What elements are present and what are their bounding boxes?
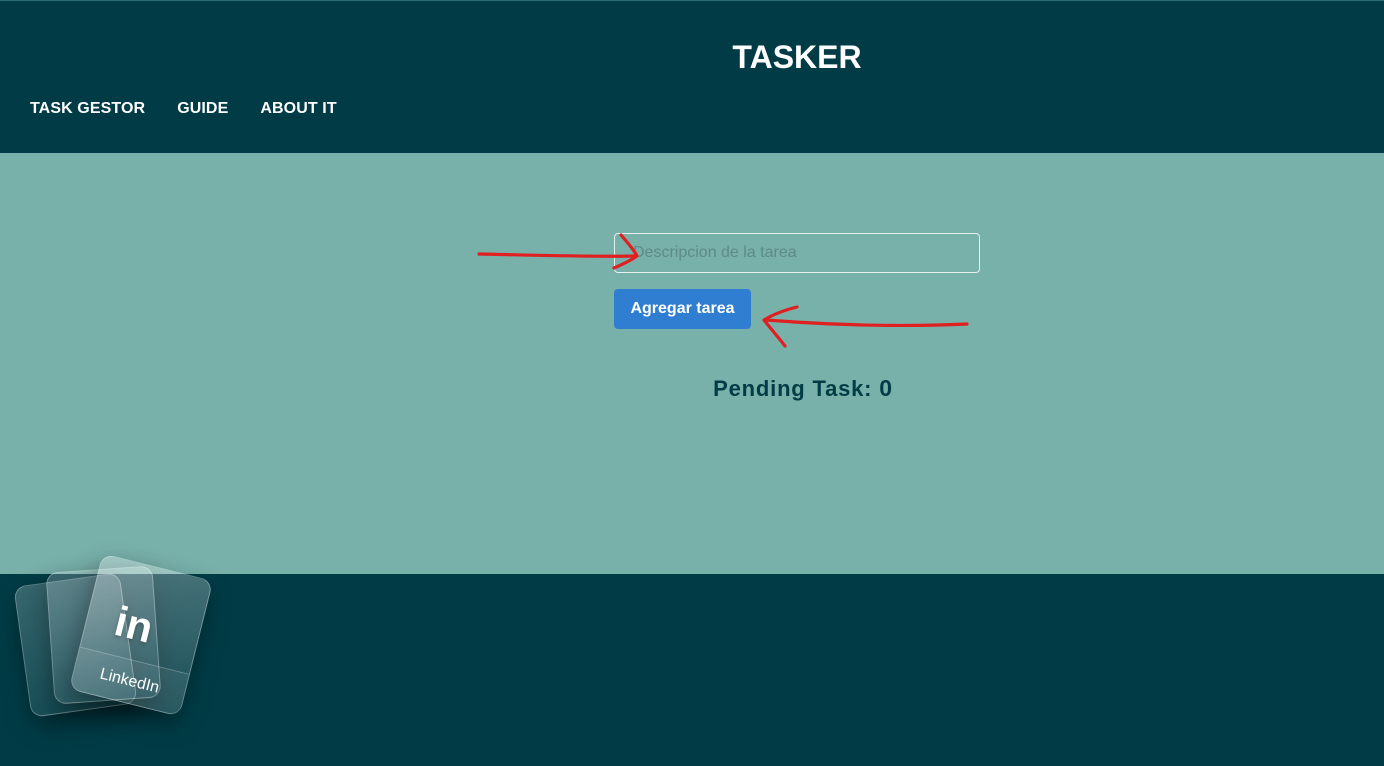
add-task-button[interactable]: Agregar tarea [614,289,751,329]
linkedin-social-widget[interactable]: in LinkedIn [10,553,220,745]
linkedin-icon: in [110,597,158,652]
nav-item-guide[interactable]: GUIDE [177,99,228,119]
nav-item-task-gestor[interactable]: TASK GESTOR [30,99,145,119]
pending-task-counter: Pending Task: 0 [614,374,980,403]
nav-item-about-it[interactable]: ABOUT IT [260,99,336,119]
pending-task-count: 0 [879,375,893,401]
main-nav: TASK GESTOR GUIDE ABOUT IT [30,99,369,119]
task-description-input[interactable] [614,233,980,273]
app-header: TASKER TASK GESTOR GUIDE ABOUT IT [0,0,1384,153]
pending-task-label: Pending Task: [713,376,880,401]
app-title: TASKER [732,39,862,75]
main-content [0,153,1384,574]
